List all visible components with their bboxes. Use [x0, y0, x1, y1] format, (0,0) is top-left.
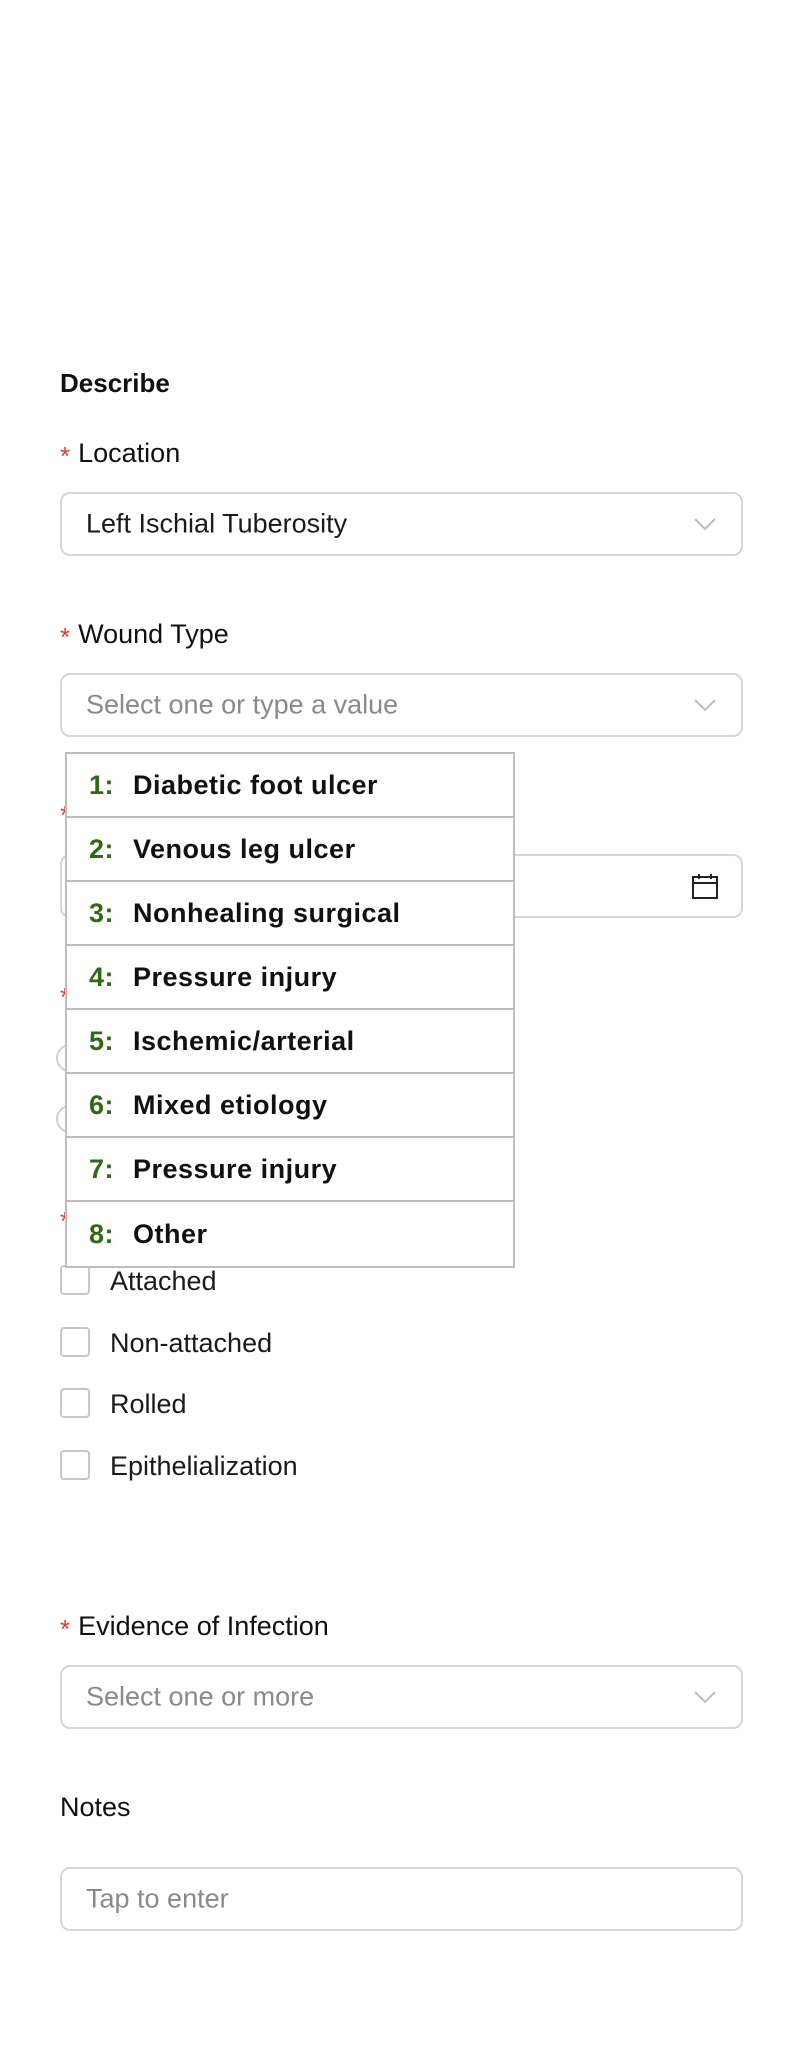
dropdown-option[interactable]: 5: Ischemic/arterial [67, 1010, 513, 1074]
option-label: Other [133, 1218, 208, 1249]
notes-placeholder: Tap to enter [86, 1883, 229, 1914]
option-number: 4: [89, 961, 115, 992]
location-value: Left Ischial Tuberosity [86, 508, 348, 539]
option-label: Mixed etiology [133, 1089, 328, 1120]
dropdown-option[interactable]: 1: Diabetic foot ulcer [67, 754, 513, 818]
option-number: 7: [89, 1153, 115, 1184]
wound-type-placeholder: Select one or type a value [86, 689, 399, 720]
option-number: 2: [89, 833, 115, 864]
required-marker: * [60, 622, 71, 652]
option-number: 5: [89, 1025, 115, 1056]
section-title: Describe [60, 368, 170, 398]
infection-label-text: Evidence of Infection [78, 1611, 329, 1641]
wound-type-select[interactable]: Select one or type a value [60, 673, 743, 737]
checkbox-label: Attached [110, 1266, 217, 1296]
dropdown-option[interactable]: 8: Other [67, 1202, 513, 1266]
option-label: Diabetic foot ulcer [133, 769, 379, 800]
dropdown-option[interactable]: 3: Nonhealing surgical [67, 882, 513, 946]
wound-type-label: * Wound Type [60, 619, 229, 652]
dropdown-option[interactable]: 4: Pressure injury [67, 946, 513, 1010]
wound-type-label-text: Wound Type [78, 619, 229, 649]
chevron-down-icon [694, 1691, 716, 1704]
option-number: 3: [89, 897, 115, 928]
dropdown-option[interactable]: 2: Venous leg ulcer [67, 818, 513, 882]
notes-label: Notes [60, 1792, 131, 1822]
infection-label: * Evidence of Infection [60, 1611, 329, 1644]
checkbox-label: Non-attached [110, 1328, 273, 1358]
option-label: Nonhealing surgical [133, 897, 401, 928]
option-label: Pressure injury [133, 961, 338, 992]
dropdown-option[interactable]: 7: Pressure injury [67, 1138, 513, 1202]
location-select[interactable]: Left Ischial Tuberosity [60, 492, 743, 556]
wound-type-dropdown-list: 1: Diabetic foot ulcer 2: Venous leg ulcer… [65, 752, 515, 1268]
location-label: * Location [60, 438, 181, 471]
chevron-down-icon [694, 518, 716, 531]
checkbox-label: Epithelialization [110, 1451, 298, 1481]
checkbox[interactable] [60, 1450, 90, 1480]
option-number: 1: [89, 769, 115, 800]
infection-placeholder: Select one or more [86, 1681, 315, 1712]
infection-select[interactable]: Select one or more [60, 1665, 743, 1729]
calendar-icon[interactable] [691, 872, 719, 900]
option-label: Ischemic/arterial [133, 1025, 355, 1056]
checkbox[interactable] [60, 1327, 90, 1357]
option-number: 8: [89, 1218, 115, 1249]
option-label: Venous leg ulcer [133, 833, 356, 864]
dropdown-option[interactable]: 6: Mixed etiology [67, 1074, 513, 1138]
chevron-down-icon [694, 699, 716, 712]
option-label: Pressure injury [133, 1153, 338, 1184]
required-marker: * [60, 1614, 71, 1644]
location-label-text: Location [78, 438, 181, 468]
required-marker: * [60, 441, 71, 471]
option-number: 6: [89, 1089, 115, 1120]
checkbox[interactable] [60, 1265, 90, 1295]
checkbox[interactable] [60, 1388, 90, 1418]
checkbox-label: Rolled [110, 1389, 187, 1419]
notes-input[interactable]: Tap to enter [60, 1867, 743, 1931]
